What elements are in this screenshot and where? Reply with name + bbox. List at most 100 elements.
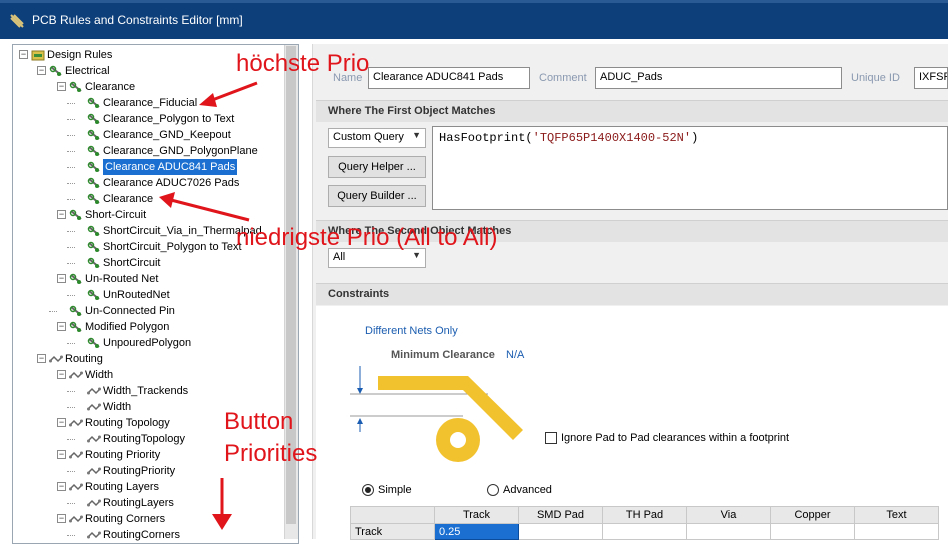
tree-connector	[67, 391, 75, 392]
query-argument: 'TQFP65P1400X1400-52N'	[532, 131, 692, 145]
second-query-type-value: All	[333, 251, 346, 263]
unique-id-label: Unique ID	[851, 72, 900, 84]
arrow-down-icon	[212, 478, 232, 530]
tree-node-label: Short-Circuit	[85, 209, 147, 221]
tree-node-clearance-item[interactable]: Clearance_GND_Keepout	[13, 127, 283, 143]
window-title: PCB Rules and Constraints Editor [mm]	[32, 13, 243, 27]
tree-node-clearance-item[interactable]: Clearance ADUC7026 Pads	[13, 175, 283, 191]
advanced-radio[interactable]	[487, 484, 499, 496]
col-header: Via	[686, 506, 771, 524]
matrix-corner	[350, 506, 435, 524]
collapse-icon[interactable]: −	[19, 50, 28, 59]
tree-node-routing-layers[interactable]: − Routing Layers	[13, 479, 283, 495]
matrix-cell[interactable]	[518, 523, 603, 540]
routing-rule-icon	[87, 403, 101, 411]
collapse-icon[interactable]: −	[57, 482, 66, 491]
clearance-matrix: Track SMD Pad TH Pad Via Copper Text Tra…	[350, 506, 939, 540]
tree-node-clearance-item[interactable]: Clearance_GND_PolygonPlane	[13, 143, 283, 159]
query-helper-button[interactable]: Query Helper ...	[328, 156, 426, 178]
tree-node-routing-layers-item[interactable]: RoutingLayers	[13, 495, 283, 511]
tree-node-label: Width_Trackends	[103, 385, 189, 397]
table-row: Track 0.25	[350, 523, 939, 540]
tree-node-label: Routing Corners	[85, 513, 166, 525]
rules-folder-icon	[31, 50, 45, 61]
unique-id-field[interactable]: IXFSPK	[914, 67, 948, 89]
tree-node-label: Clearance_GND_Keepout	[103, 129, 231, 141]
rule-icon	[87, 161, 100, 172]
arrow-to-fiducial-icon	[199, 81, 258, 107]
ignore-pad-checkbox[interactable]	[545, 432, 557, 444]
rule-icon	[87, 177, 100, 188]
tree-node-label: UnRoutedNet	[103, 289, 170, 301]
matrix-cell[interactable]	[770, 523, 855, 540]
rule-icon	[87, 289, 100, 300]
collapse-icon[interactable]: −	[57, 370, 66, 379]
tree-node-routing-corners-item[interactable]: RoutingCorners	[13, 527, 283, 543]
col-header: Text	[854, 506, 939, 524]
tree-node-short-circuit-item[interactable]: ShortCircuit	[13, 255, 283, 271]
rule-icon	[87, 257, 100, 268]
collapse-icon[interactable]: −	[57, 210, 66, 219]
matrix-cell[interactable]: 0.25	[434, 523, 519, 540]
name-field[interactable]: Clearance ADUC841 Pads	[368, 67, 530, 89]
tree-node-unrouted-item[interactable]: UnRoutedNet	[13, 287, 283, 303]
rule-icon	[87, 225, 100, 236]
routing-rule-icon	[69, 419, 83, 427]
tree-node-clearance-item[interactable]: Clearance ADUC841 Pads	[13, 159, 283, 175]
query-builder-button[interactable]: Query Builder ...	[328, 185, 426, 207]
tree-connector	[67, 439, 75, 440]
tree-node-width-item[interactable]: Width_Trackends	[13, 383, 283, 399]
tree-node-unrouted-net[interactable]: − Un-Routed Net	[13, 271, 283, 287]
collapse-icon[interactable]: −	[57, 322, 66, 331]
comment-field[interactable]: ADUC_Pads	[595, 67, 842, 89]
tree-node-routing[interactable]: − Routing	[13, 351, 283, 367]
collapse-icon[interactable]: −	[57, 82, 66, 91]
collapse-icon[interactable]: −	[57, 274, 66, 283]
tree-connector	[67, 407, 75, 408]
tree-connector	[67, 199, 75, 200]
matrix-cell[interactable]	[602, 523, 687, 540]
collapse-icon[interactable]: −	[57, 450, 66, 459]
tree-connector	[67, 343, 75, 344]
routing-rule-icon	[87, 531, 101, 539]
col-header: Track	[434, 506, 519, 524]
col-header: SMD Pad	[518, 506, 603, 524]
matrix-cell[interactable]	[686, 523, 771, 540]
simple-radio[interactable]	[362, 484, 374, 496]
col-header: TH Pad	[602, 506, 687, 524]
tree-node-label: RoutingCorners	[103, 529, 181, 541]
tree-connector	[67, 151, 75, 152]
collapse-icon[interactable]: −	[37, 354, 46, 363]
tree-node-label: Clearance	[85, 81, 136, 93]
rule-icon	[49, 65, 62, 76]
query-editor[interactable]: HasFootprint('TQFP65P1400X1400-52N')	[432, 126, 948, 210]
tree-connector	[67, 231, 75, 232]
tree-node-label: ShortCircuit_Polygon to Text	[103, 241, 242, 253]
tree-node-modified-polygon-item[interactable]: UnpouredPolygon	[13, 335, 283, 351]
collapse-icon[interactable]: −	[57, 514, 66, 523]
routing-rule-icon	[69, 451, 83, 459]
tree-node-label: Clearance ADUC7026 Pads	[103, 177, 240, 189]
comment-label: Comment	[539, 72, 587, 84]
routing-rule-icon	[87, 387, 101, 395]
collapse-icon[interactable]: −	[37, 66, 46, 75]
tree-node-width[interactable]: − Width	[13, 367, 283, 383]
tree-node-label: Modified Polygon	[85, 321, 170, 333]
rule-icon	[69, 321, 82, 332]
rules-tree[interactable]: − Design Rules − Electrical − Clearance Cleara…	[12, 44, 299, 544]
tree-connector	[67, 183, 75, 184]
collapse-icon[interactable]: −	[57, 418, 66, 427]
tree-node-routing-corners[interactable]: − Routing Corners	[13, 511, 283, 527]
tree-node-modified-polygon[interactable]: − Modified Polygon	[13, 319, 283, 335]
matrix-cell[interactable]	[854, 523, 939, 540]
first-match-header: Where The First Object Matches	[316, 100, 948, 122]
query-function: HasFootprint(	[439, 131, 533, 145]
annotation-highest-prio: höchste Prio	[236, 50, 370, 77]
tree-node-unconnected-pin[interactable]: Un-Connected Pin	[13, 303, 283, 319]
first-query-type-select[interactable]: Custom Query ▼	[328, 128, 426, 148]
tree-connector	[67, 503, 75, 504]
tree-connector	[67, 119, 75, 120]
advanced-radio-label: Advanced	[503, 484, 552, 496]
routing-rule-icon	[69, 515, 83, 523]
tree-connector	[67, 535, 75, 536]
